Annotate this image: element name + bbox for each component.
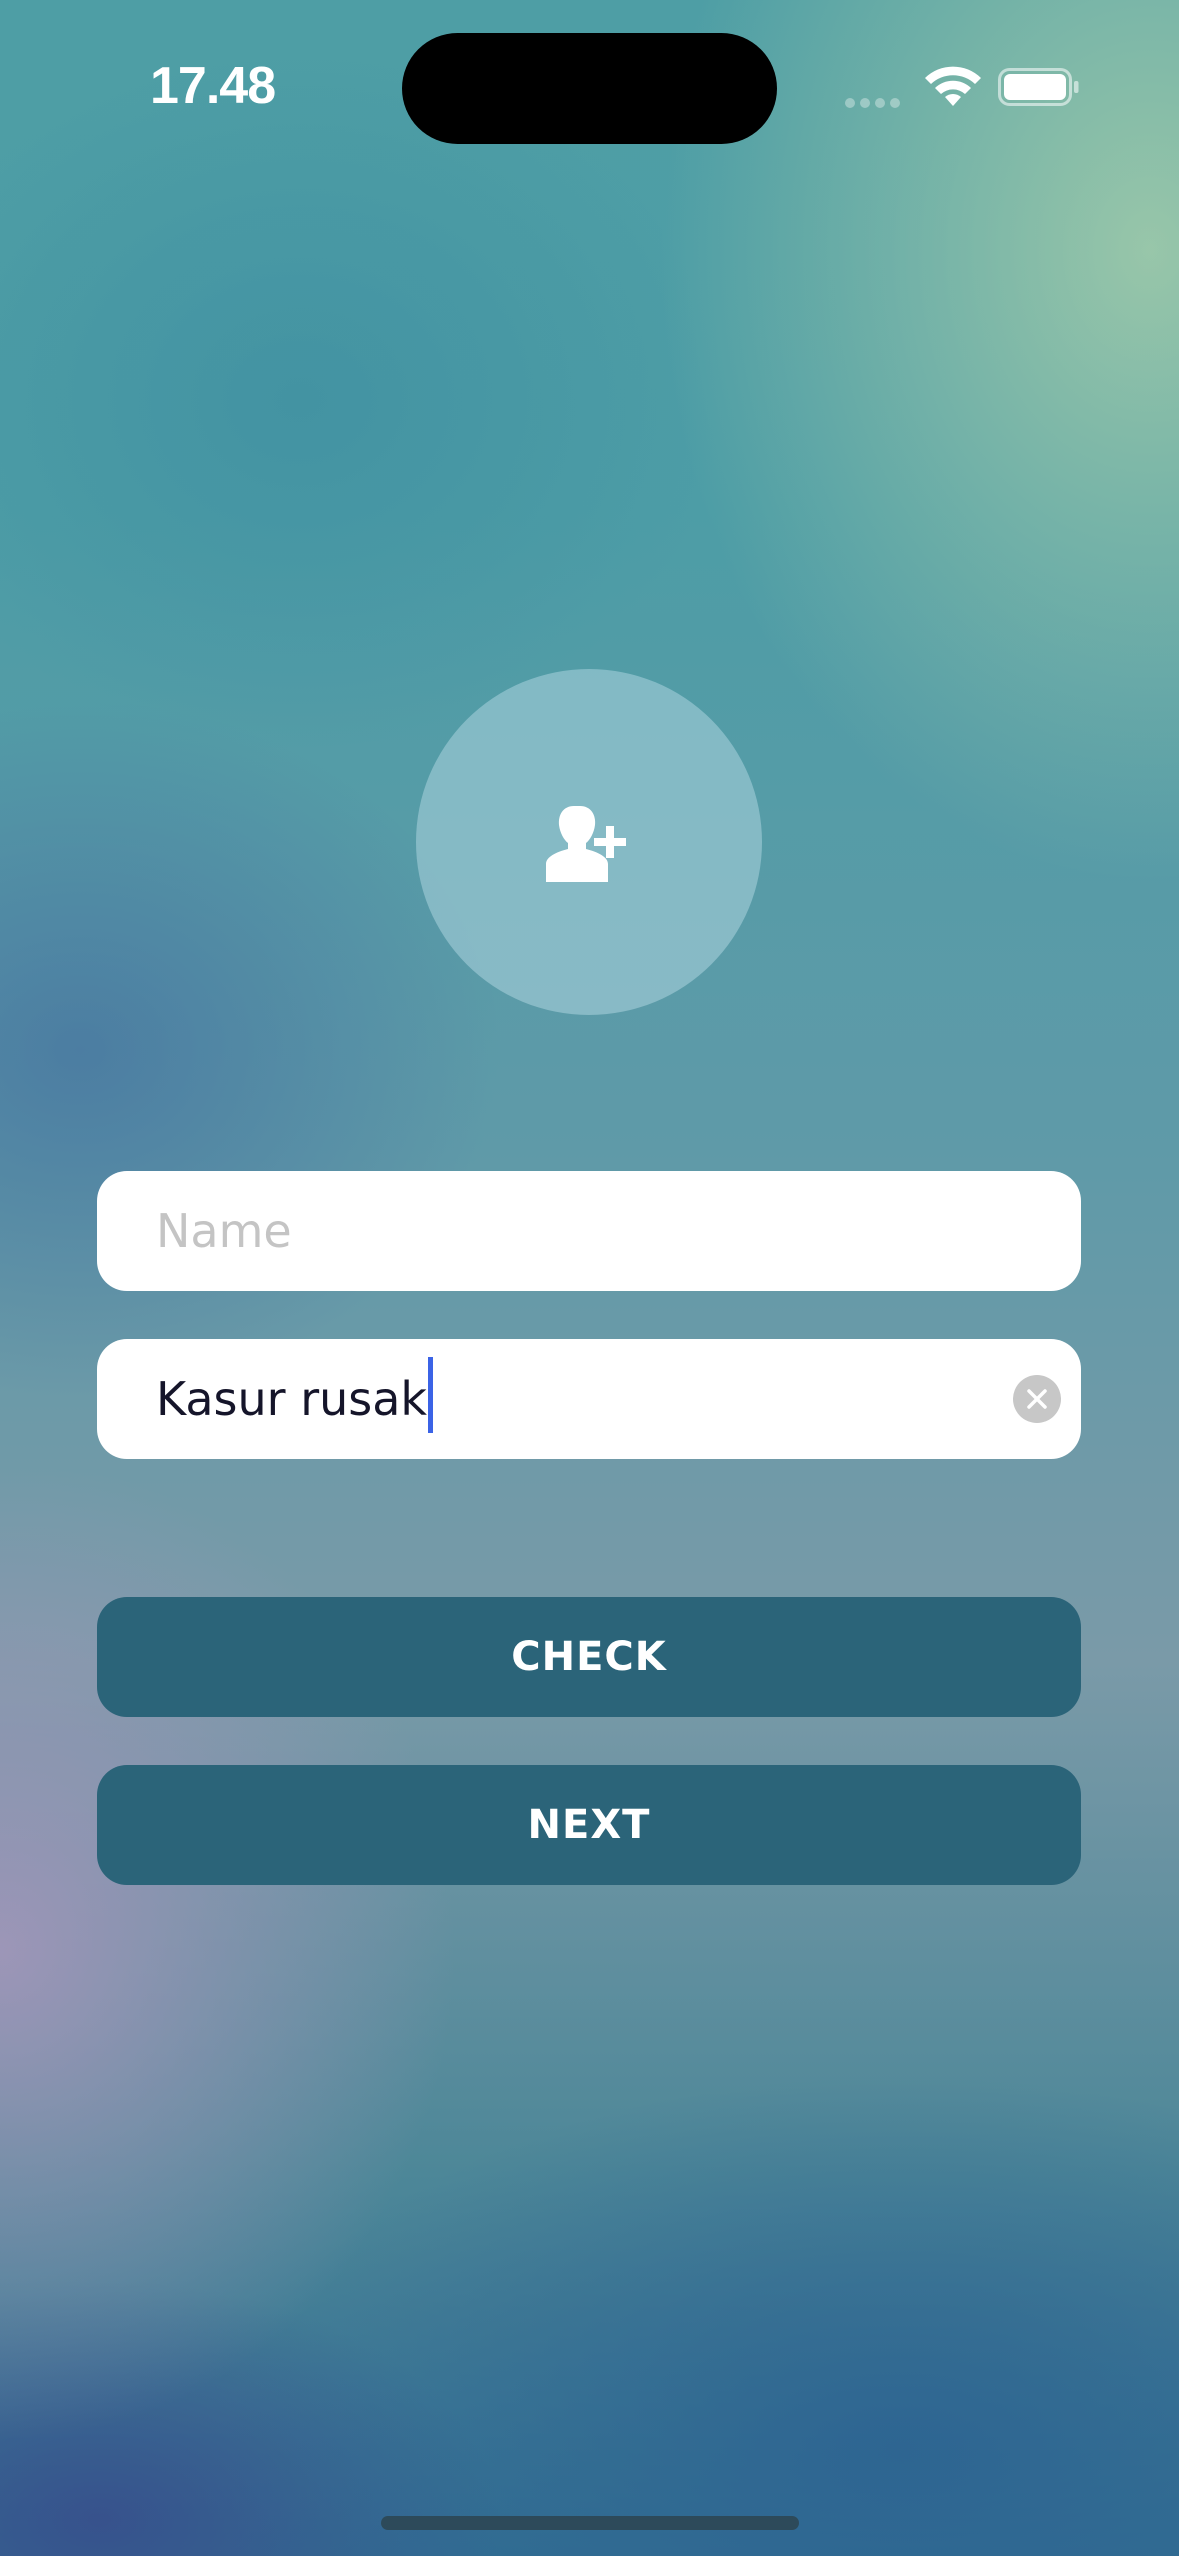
home-indicator[interactable] <box>381 2516 799 2530</box>
description-input-value: Kasur rusak <box>156 1372 428 1426</box>
clear-text-button[interactable] <box>1013 1375 1061 1423</box>
clear-icon <box>1027 1389 1047 1409</box>
status-time: 17.48 <box>150 57 276 115</box>
check-button[interactable]: CHECK <box>97 1597 1081 1717</box>
cellular-signal-icon <box>845 93 905 108</box>
add-user-icon <box>546 806 626 882</box>
description-field[interactable]: Kasur rusak <box>97 1339 1081 1459</box>
add-photo-button[interactable] <box>416 669 762 1015</box>
name-input[interactable] <box>156 1204 976 1258</box>
text-caret <box>428 1357 434 1433</box>
wifi-icon <box>925 66 981 106</box>
name-field[interactable] <box>97 1171 1081 1291</box>
dynamic-island <box>402 33 777 144</box>
next-button[interactable]: NEXT <box>97 1765 1081 1885</box>
battery-icon <box>998 68 1079 106</box>
